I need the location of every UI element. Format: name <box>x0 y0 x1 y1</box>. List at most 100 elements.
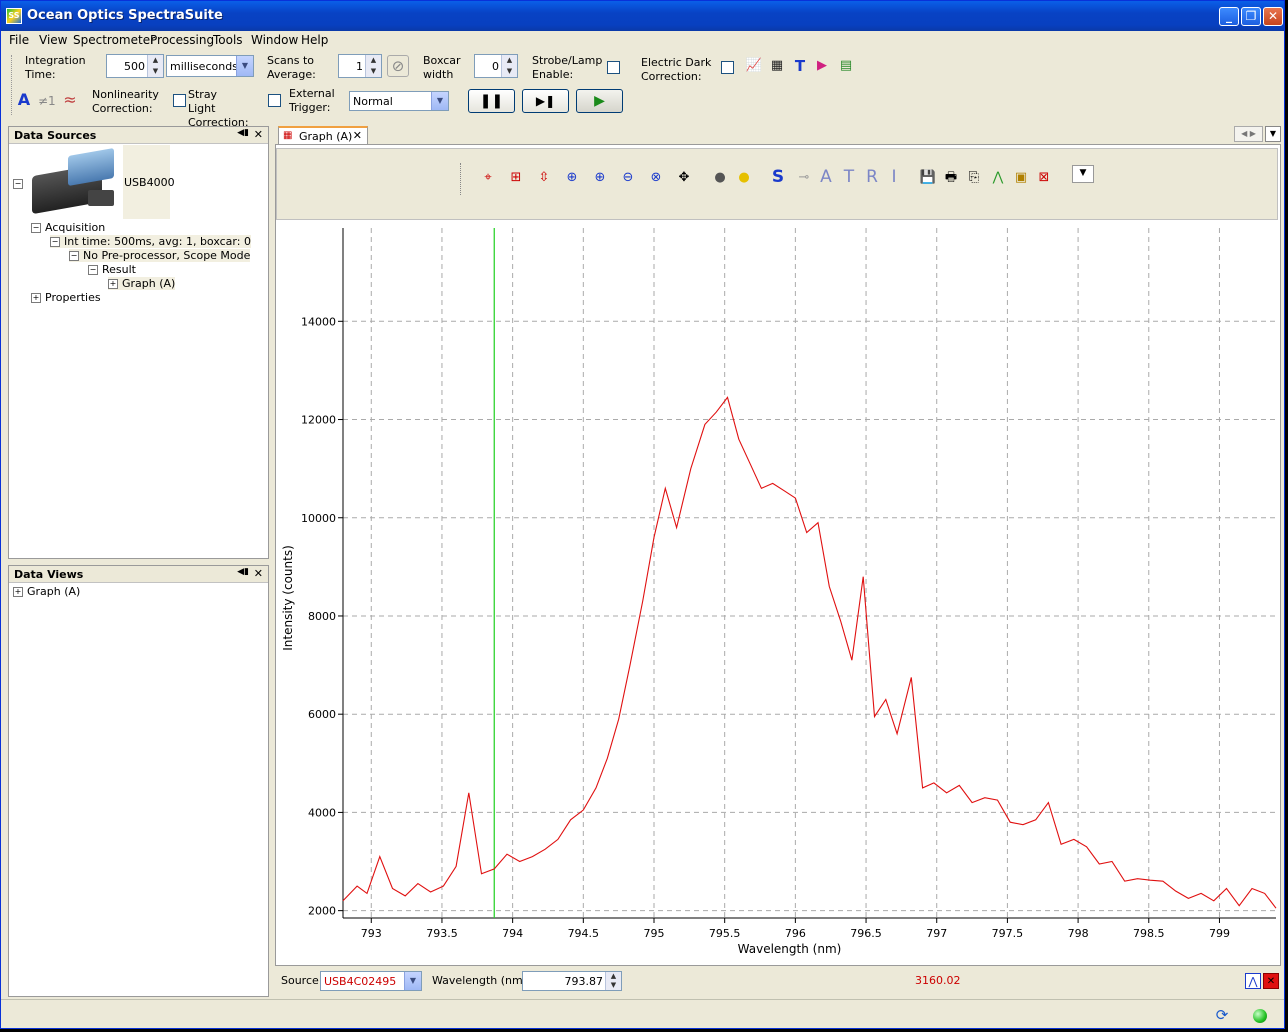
spectrum-trace <box>342 396 1277 909</box>
refresh-icon[interactable]: ⟳ <box>1213 1006 1231 1024</box>
pause-button[interactable]: ❚❚ <box>468 89 515 113</box>
tab-list-icon[interactable]: ▼ <box>1265 126 1281 142</box>
graph-status-bar: Source: USB4C02495 ▼ Wavelength (nm): 79… <box>275 968 1281 994</box>
text-annotation-icon[interactable]: T <box>791 57 809 75</box>
spectrum-chart[interactable]: 793 793.5 794 794.5 795 795.5 796 796.5 797 797.5… <box>276 223 1278 963</box>
stray-light-checkbox[interactable] <box>268 94 281 107</box>
menu-file[interactable]: File <box>9 33 29 47</box>
trigger-mode-select[interactable]: Normal ▼ <box>349 91 449 111</box>
zoom-box-icon[interactable]: ⊞ <box>507 169 525 187</box>
spinner-arrows-icon[interactable]: ▲ ▼ <box>605 972 621 990</box>
table-view-icon[interactable]: ▦ <box>768 57 786 75</box>
app-status-bar: ⟳ <box>1 999 1284 1028</box>
spectrum-overlay-icon[interactable]: ▤ <box>837 57 855 75</box>
minimize-button[interactable]: _ <box>1219 7 1239 26</box>
tree-item-int-time[interactable]: − Int time: 500ms, avg: 1, boxcar: 0 <box>50 235 251 248</box>
maximize-button[interactable]: ❐ <box>1241 7 1261 26</box>
source-select[interactable]: USB4C02495 ▼ <box>320 971 422 991</box>
scope-mode-icon[interactable]: S <box>769 168 787 186</box>
print-icon[interactable]: 🖶 <box>942 169 960 187</box>
x-tick-label: 798.5 <box>1133 927 1165 940</box>
integration-time-spinner[interactable]: 500 ▲ ▼ <box>106 54 164 78</box>
graph-view-icon[interactable]: 📈 <box>745 57 763 75</box>
vertical-scale-icon[interactable]: ⇳ <box>535 169 553 187</box>
tree-toggle-device[interactable]: − <box>13 177 27 190</box>
irradiance-icon[interactable]: I <box>885 168 903 186</box>
toolbar-grip[interactable] <box>11 55 14 115</box>
peak-find-icon[interactable]: ⋀ <box>989 169 1007 187</box>
title-bar[interactable]: SS Ocean Optics SpectraSuite _ ❐ ✕ <box>1 1 1284 31</box>
intensity-readout: 3160.02 <box>915 974 961 987</box>
nonlinearity-correction-checkbox[interactable] <box>173 94 186 107</box>
reflection-icon[interactable]: R <box>863 168 881 186</box>
wavelength-spinner[interactable]: 793.87 ▲ ▼ <box>522 971 622 991</box>
menu-window[interactable]: Window <box>251 33 298 47</box>
pin-icon[interactable]: ◀▮ <box>237 567 249 577</box>
absorbance-mode-icon[interactable]: A <box>15 91 33 109</box>
zoom-reset-icon[interactable]: ⊗ <box>647 169 665 187</box>
strobe-lamp-checkbox[interactable] <box>607 61 620 74</box>
close-tab-icon[interactable]: ✕ <box>353 129 362 142</box>
dropdown-arrow-icon[interactable]: ▼ <box>404 972 421 990</box>
pan-icon[interactable]: ✥ <box>675 169 693 187</box>
copy-icon[interactable]: ⎘ <box>965 169 983 187</box>
electric-dark-checkbox[interactable] <box>721 61 734 74</box>
menu-spectrometer[interactable]: Spectrometer <box>73 33 155 47</box>
boxcar-width-spinner[interactable]: 0 ▲ ▼ <box>474 54 518 78</box>
window-title: Ocean Optics SpectraSuite <box>27 8 223 23</box>
tree-item-graph[interactable]: + Graph (A) <box>108 277 176 290</box>
lightbulb-off-icon[interactable]: ● <box>711 169 729 187</box>
wave-icon[interactable]: ≈ <box>61 91 79 109</box>
more-tools-dropdown-icon[interactable]: ▼ <box>1072 165 1094 183</box>
y-tick-label: 14000 <box>301 315 336 328</box>
integration-units-select[interactable]: milliseconds ▼ <box>166 55 254 77</box>
cancel-scan-icon[interactable]: ⊘ <box>387 55 409 77</box>
save-icon[interactable]: 💾 <box>919 169 937 187</box>
transmission-icon[interactable]: T <box>840 168 858 186</box>
menu-tools[interactable]: Tools <box>213 33 243 47</box>
nonlinearity-correction-label: Nonlinearity Correction: <box>92 88 159 115</box>
graph-toolbar-grip[interactable] <box>460 163 461 195</box>
clear-overlay-icon[interactable]: ✕ <box>1263 973 1279 989</box>
spinner-arrows-icon[interactable]: ▲ ▼ <box>501 55 517 77</box>
menu-view[interactable]: View <box>39 33 67 47</box>
lightbulb-on-icon[interactable]: ● <box>735 169 753 187</box>
x-tick-label: 797.5 <box>992 927 1024 940</box>
play-icon: ▶ <box>594 93 605 109</box>
close-button[interactable]: ✕ <box>1263 7 1283 26</box>
x-tick-label: 796 <box>785 927 806 940</box>
delete-overlay-icon[interactable]: ⊠ <box>1035 169 1053 187</box>
tab-graph-a[interactable]: ▦ Graph (A) ✕ <box>278 126 368 145</box>
menu-processing[interactable]: Processing <box>150 33 214 47</box>
single-step-button[interactable]: ▶❚ <box>522 89 569 113</box>
close-panel-icon[interactable]: ✕ <box>254 567 263 580</box>
color-icon[interactable]: ▶ <box>813 57 831 75</box>
export-icon[interactable]: ▣ <box>1012 169 1030 187</box>
data-views-item-graph[interactable]: + Graph (A) <box>13 585 80 598</box>
absorbance-icon[interactable]: A <box>817 168 835 186</box>
scans-to-average-spinner[interactable]: 1 ▲ ▼ <box>338 54 382 78</box>
scans-to-average-label: Scans to Average: <box>267 54 316 81</box>
zoom-out-icon[interactable]: ⊖ <box>619 169 637 187</box>
peak-tool-icon[interactable]: ⋀ <box>1245 973 1261 989</box>
play-button[interactable]: ▶ <box>576 89 623 113</box>
tree-item-result[interactable]: − Result <box>88 263 136 276</box>
pin-icon[interactable]: ◀▮ <box>237 128 249 138</box>
zoom-in-icon[interactable]: ⊕ <box>591 169 609 187</box>
spinner-arrows-icon[interactable]: ▲ ▼ <box>147 55 163 77</box>
close-panel-icon[interactable]: ✕ <box>254 128 263 141</box>
crosshair-cursor-icon[interactable]: ⌖ <box>479 169 497 187</box>
spinner-arrows-icon[interactable]: ▲ ▼ <box>365 55 381 77</box>
dark-reference-icon[interactable]: ⊸ <box>795 169 813 187</box>
integration-time-label: Integration Time: <box>25 54 86 81</box>
menu-help[interactable]: Help <box>301 33 328 47</box>
dropdown-arrow-icon[interactable]: ▼ <box>236 56 253 76</box>
tree-item-preprocessor[interactable]: − No Pre-processor, Scope Mode <box>69 249 251 262</box>
zoom-fit-icon[interactable]: ⊕ <box>563 169 581 187</box>
tree-item-acquisition[interactable]: − Acquisition <box>31 221 105 234</box>
device-label[interactable]: USB4000 <box>124 176 175 189</box>
tab-scroll-buttons[interactable]: ◀ ▶ <box>1234 126 1263 142</box>
dropdown-arrow-icon[interactable]: ▼ <box>431 92 448 110</box>
tree-item-properties[interactable]: + Properties <box>31 291 101 304</box>
nonlinearity-icon[interactable]: ≠1 <box>38 94 56 108</box>
